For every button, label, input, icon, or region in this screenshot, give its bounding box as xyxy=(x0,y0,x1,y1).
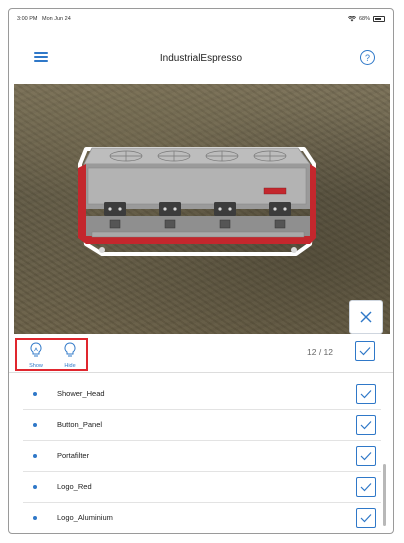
checkmark-icon xyxy=(360,483,372,492)
bullet xyxy=(33,454,37,458)
visible-parts-counter: 12 / 12 xyxy=(307,347,333,357)
bullet xyxy=(33,423,37,427)
show-button[interactable]: Show xyxy=(23,342,49,370)
hamburger-line xyxy=(34,60,48,62)
app-window: 3:00 PM Mon Jun 24 68% IndustrialEspress… xyxy=(8,8,394,534)
status-left: 3:00 PM Mon Jun 24 xyxy=(17,16,71,22)
parts-toolbar: Show Hide 12 / 12 xyxy=(9,334,393,372)
lightbulb-on-icon xyxy=(30,342,42,357)
page-title: IndustrialEspresso xyxy=(159,52,243,64)
bullet xyxy=(33,516,37,520)
battery-percent: 68% xyxy=(358,16,370,22)
status-right: 68% xyxy=(347,16,385,22)
checkmark-icon xyxy=(360,421,372,430)
bullet xyxy=(33,392,37,396)
status-date: Mon Jun 24 xyxy=(42,16,71,22)
list-item-logo-red[interactable]: Logo_Red xyxy=(23,472,381,503)
checkmark-icon xyxy=(359,347,371,356)
list-item-label: Logo_Aluminium xyxy=(57,513,113,522)
hamburger-line xyxy=(34,56,48,58)
hamburger-icon xyxy=(34,52,48,54)
list-item-label: Button_Panel xyxy=(57,420,103,429)
parts-list: Shower_Head Button_Panel Portafilter Log… xyxy=(9,373,393,533)
list-item-label: Logo_Red xyxy=(57,482,92,491)
list-scrollbar[interactable] xyxy=(383,464,386,526)
checkmark-icon xyxy=(360,390,372,399)
status-bar: 3:00 PM Mon Jun 24 68% xyxy=(9,9,393,29)
part-checkbox[interactable] xyxy=(356,508,376,528)
lightbulb-off-icon xyxy=(64,342,76,357)
close-ar-button[interactable] xyxy=(349,300,383,334)
visibility-controls: Show Hide xyxy=(15,338,88,371)
hide-label: Hide xyxy=(64,363,76,369)
help-icon: ? xyxy=(364,52,370,63)
bullet xyxy=(33,485,37,489)
battery-icon xyxy=(373,16,385,22)
espresso-machine-model[interactable] xyxy=(14,84,390,334)
list-item-label: Portafilter xyxy=(57,451,90,460)
navigation-bar: IndustrialEspresso ? xyxy=(9,45,393,71)
checkmark-icon xyxy=(360,514,372,523)
part-checkbox[interactable] xyxy=(356,446,376,466)
part-checkbox[interactable] xyxy=(356,384,376,404)
menu-button[interactable] xyxy=(34,52,48,64)
hide-button[interactable]: Hide xyxy=(57,342,83,370)
show-label: Show xyxy=(29,363,43,369)
list-item-portafilter[interactable]: Portafilter xyxy=(23,441,381,472)
list-item-shower-head[interactable]: Shower_Head xyxy=(23,379,381,410)
list-item-button-panel[interactable]: Button_Panel xyxy=(23,410,381,441)
close-icon xyxy=(360,311,372,323)
wifi-icon xyxy=(347,16,356,22)
checkmark-icon xyxy=(360,452,372,461)
status-time: 3:00 PM xyxy=(17,16,38,22)
part-checkbox[interactable] xyxy=(356,477,376,497)
help-button[interactable]: ? xyxy=(360,50,375,65)
list-item-logo-aluminium[interactable]: Logo_Aluminium xyxy=(23,503,381,533)
part-checkbox[interactable] xyxy=(356,415,376,435)
select-all-checkbox[interactable] xyxy=(355,341,375,361)
list-item-label: Shower_Head xyxy=(57,389,105,398)
ar-camera-view[interactable] xyxy=(14,84,390,334)
